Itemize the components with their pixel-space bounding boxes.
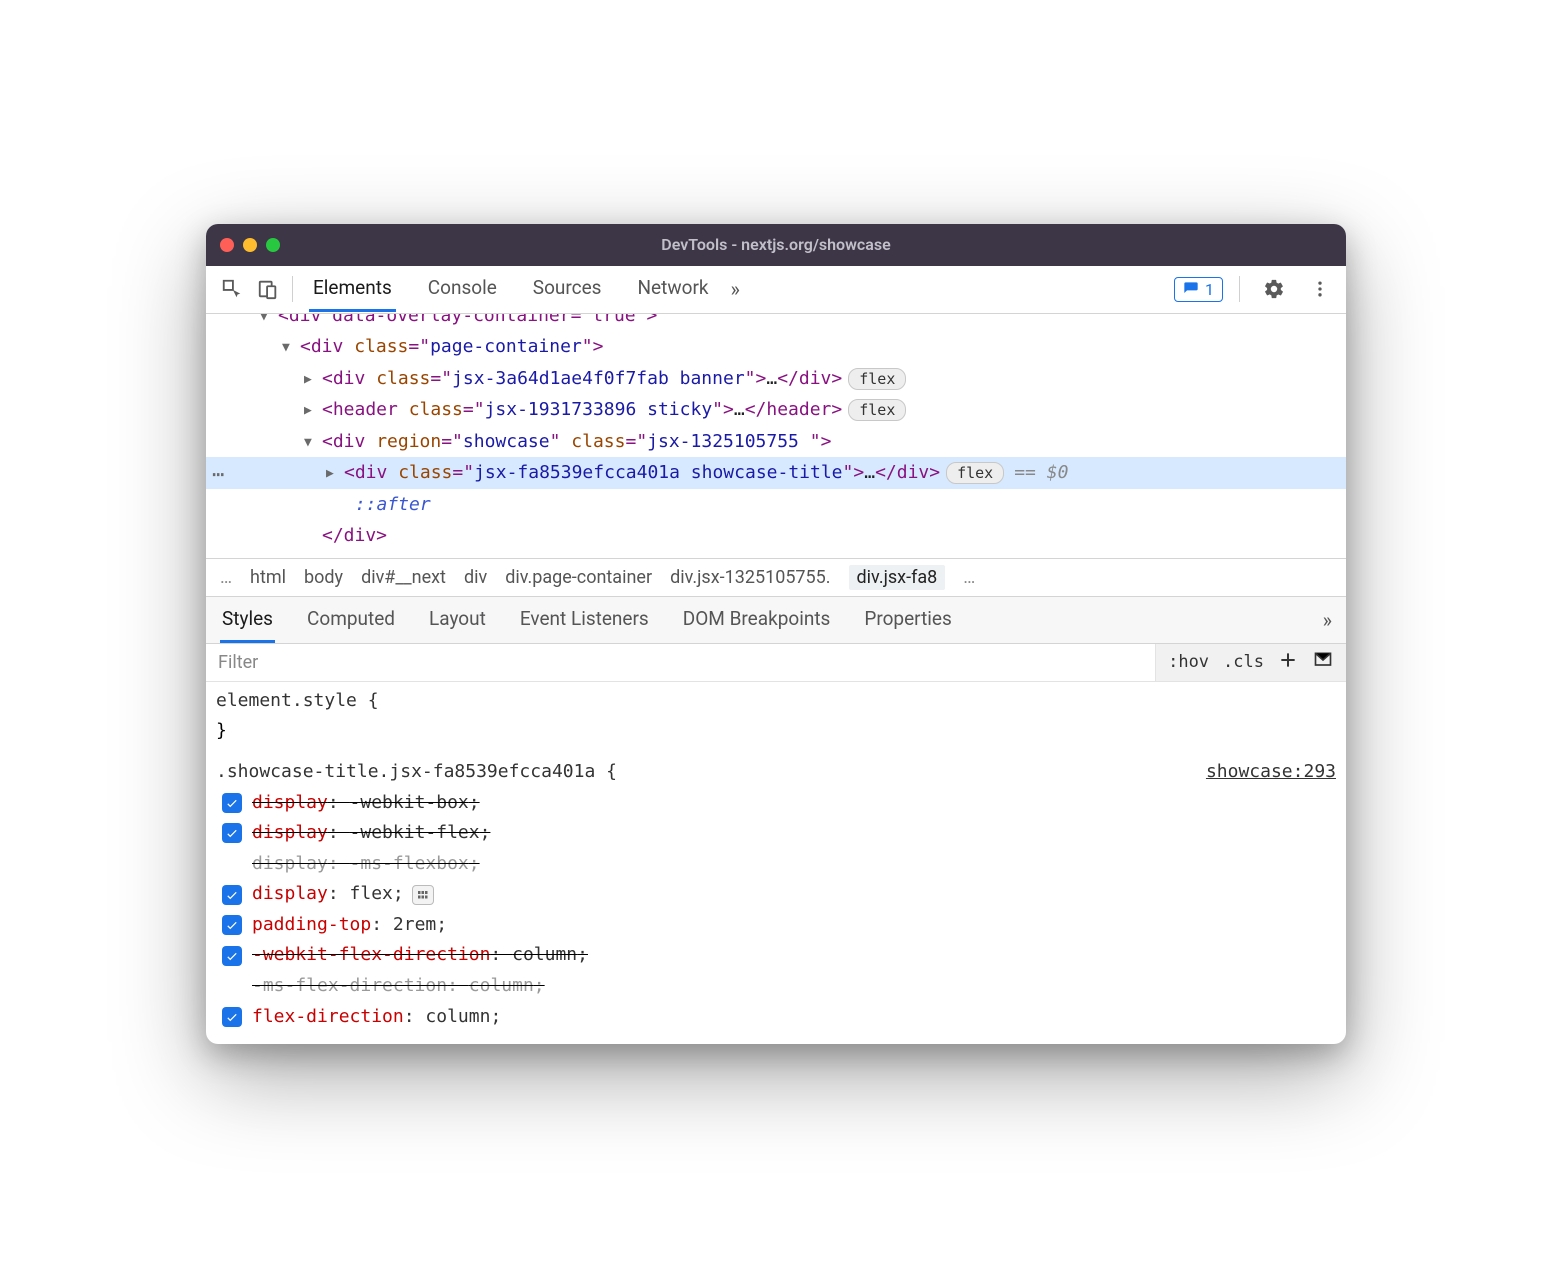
dom-node-row[interactable]: ▶<header class="jsx-1931733896 sticky">……: [206, 394, 1346, 426]
css-declaration[interactable]: display: -webkit-flex;: [216, 818, 1336, 849]
window-controls: [220, 238, 280, 252]
rule-selector: element.style {: [216, 690, 379, 711]
breadcrumb-ellipsis[interactable]: …: [220, 567, 232, 588]
more-subtabs-icon[interactable]: »: [1323, 608, 1332, 632]
property-toggle-checkbox[interactable]: [222, 793, 242, 813]
css-declaration[interactable]: padding-top: 2rem;: [216, 910, 1336, 941]
toolbar-separator: [1239, 276, 1240, 302]
hov-toggle[interactable]: :hov: [1168, 652, 1209, 672]
disclosure-right-icon[interactable]: ▶: [326, 463, 334, 486]
flex-badge[interactable]: flex: [848, 399, 906, 421]
flex-badge[interactable]: flex: [848, 368, 906, 390]
disclosure-down-icon[interactable]: ▼: [304, 432, 312, 455]
dom-node-row[interactable]: ▶<div class="jsx-fa8539efcca401a showcas…: [206, 457, 1346, 489]
dom-node-row[interactable]: </div>: [206, 520, 1346, 552]
issues-badge[interactable]: 1: [1174, 277, 1223, 302]
window-title: DevTools - nextjs.org/showcase: [206, 235, 1346, 254]
console-reference: == $0: [1014, 462, 1068, 483]
settings-icon[interactable]: [1256, 271, 1292, 307]
tab-elements[interactable]: Elements: [309, 266, 396, 312]
dom-node-row[interactable]: ▼<div region="showcase" class="jsx-13251…: [206, 426, 1346, 458]
rule-close: }: [216, 720, 227, 741]
more-tabs-icon[interactable]: »: [731, 277, 740, 301]
dom-node-row[interactable]: ▶<div class="jsx-3a64d1ae4f0f7fab banner…: [206, 363, 1346, 395]
tab-sources[interactable]: Sources: [529, 266, 606, 312]
css-declaration[interactable]: -ms-flex-direction: column;: [216, 971, 1336, 1002]
css-declaration[interactable]: display: -webkit-box;: [216, 788, 1336, 819]
property-toggle-checkbox[interactable]: [222, 946, 242, 966]
css-declaration[interactable]: -webkit-flex-direction: column;: [216, 940, 1336, 971]
styles-filter-input[interactable]: [206, 644, 1155, 681]
breadcrumb-item-active[interactable]: div.jsx-fa8: [849, 565, 946, 590]
css-declaration[interactable]: flex-direction: column;: [216, 1002, 1336, 1033]
subtab-dom-breakpoints[interactable]: DOM Breakpoints: [681, 597, 833, 643]
close-window-button[interactable]: [220, 238, 234, 252]
toolbar-right: 1: [1174, 271, 1338, 307]
property-toggle-checkbox[interactable]: [222, 885, 242, 905]
css-declaration[interactable]: display: flex;: [216, 879, 1336, 910]
rendering-emulations-icon[interactable]: [1312, 650, 1334, 675]
styles-filter-tools: :hov .cls: [1155, 644, 1346, 681]
property-toggle-checkbox[interactable]: [222, 915, 242, 935]
breadcrumb-item[interactable]: html: [250, 567, 286, 588]
rule-source-link[interactable]: showcase:293: [1206, 757, 1336, 788]
inspect-element-icon[interactable]: [214, 271, 250, 307]
disclosure-right-icon[interactable]: ▶: [304, 400, 312, 423]
dom-node-row[interactable]: ::after: [206, 489, 1346, 521]
kebab-menu-icon[interactable]: [1302, 271, 1338, 307]
dom-breadcrumbs: … html body div#__next div div.page-cont…: [206, 558, 1346, 597]
disclosure-right-icon[interactable]: ▶: [304, 369, 312, 392]
flex-badge[interactable]: flex: [946, 462, 1004, 484]
issues-count: 1: [1205, 280, 1214, 299]
titlebar: DevTools - nextjs.org/showcase: [206, 224, 1346, 266]
css-declaration[interactable]: display: -ms-flexbox;: [216, 849, 1336, 880]
breadcrumb-item[interactable]: body: [304, 567, 343, 588]
property-toggle-checkbox[interactable]: [222, 1007, 242, 1027]
disclosure-down-icon[interactable]: ▼: [282, 337, 290, 360]
cls-toggle[interactable]: .cls: [1223, 652, 1264, 672]
dom-node-row[interactable]: ▼<div class="page-container">: [206, 331, 1346, 363]
breadcrumb-ellipsis[interactable]: …: [963, 567, 975, 588]
minimize-window-button[interactable]: [243, 238, 257, 252]
element-style-block[interactable]: element.style { }: [216, 686, 1336, 747]
disclosure-down-icon[interactable]: ▼: [260, 314, 268, 329]
breadcrumb-item[interactable]: div.page-container: [505, 567, 652, 588]
devtools-window: DevTools - nextjs.org/showcase Elements …: [206, 224, 1346, 1045]
subtab-layout[interactable]: Layout: [427, 597, 488, 643]
breadcrumb-item[interactable]: div: [464, 567, 487, 588]
main-toolbar: Elements Console Sources Network » 1: [206, 266, 1346, 314]
styles-filter-row: :hov .cls: [206, 644, 1346, 682]
flexbox-editor-icon[interactable]: [412, 885, 434, 905]
styles-sub-tabs: Styles Computed Layout Event Listeners D…: [206, 597, 1346, 644]
css-rule-block[interactable]: showcase:293 .showcase-title.jsx-fa8539e…: [216, 757, 1336, 1032]
device-toolbar-icon[interactable]: [250, 271, 286, 307]
property-toggle-checkbox[interactable]: [222, 823, 242, 843]
tab-console[interactable]: Console: [424, 266, 501, 312]
toolbar-separator: [292, 276, 293, 302]
subtab-event-listeners[interactable]: Event Listeners: [518, 597, 651, 643]
main-tabs: Elements Console Sources Network: [309, 266, 713, 312]
dom-node-row[interactable]: ▼<div data-overlay-container="true">: [206, 314, 1346, 332]
new-style-rule-icon[interactable]: [1278, 650, 1298, 675]
tab-network[interactable]: Network: [633, 266, 712, 312]
subtab-styles[interactable]: Styles: [220, 597, 275, 643]
styles-pane[interactable]: element.style { } showcase:293 .showcase…: [206, 682, 1346, 1045]
breadcrumb-item[interactable]: div#__next: [361, 567, 446, 588]
elements-panel[interactable]: ▼<div data-overlay-container="true">▼<di…: [206, 314, 1346, 558]
subtab-properties[interactable]: Properties: [862, 597, 953, 643]
maximize-window-button[interactable]: [266, 238, 280, 252]
breadcrumb-item[interactable]: div.jsx-1325105755.: [670, 567, 830, 588]
subtab-computed[interactable]: Computed: [305, 597, 397, 643]
rule-selector: .showcase-title.jsx-fa8539efcca401a {: [216, 761, 617, 782]
